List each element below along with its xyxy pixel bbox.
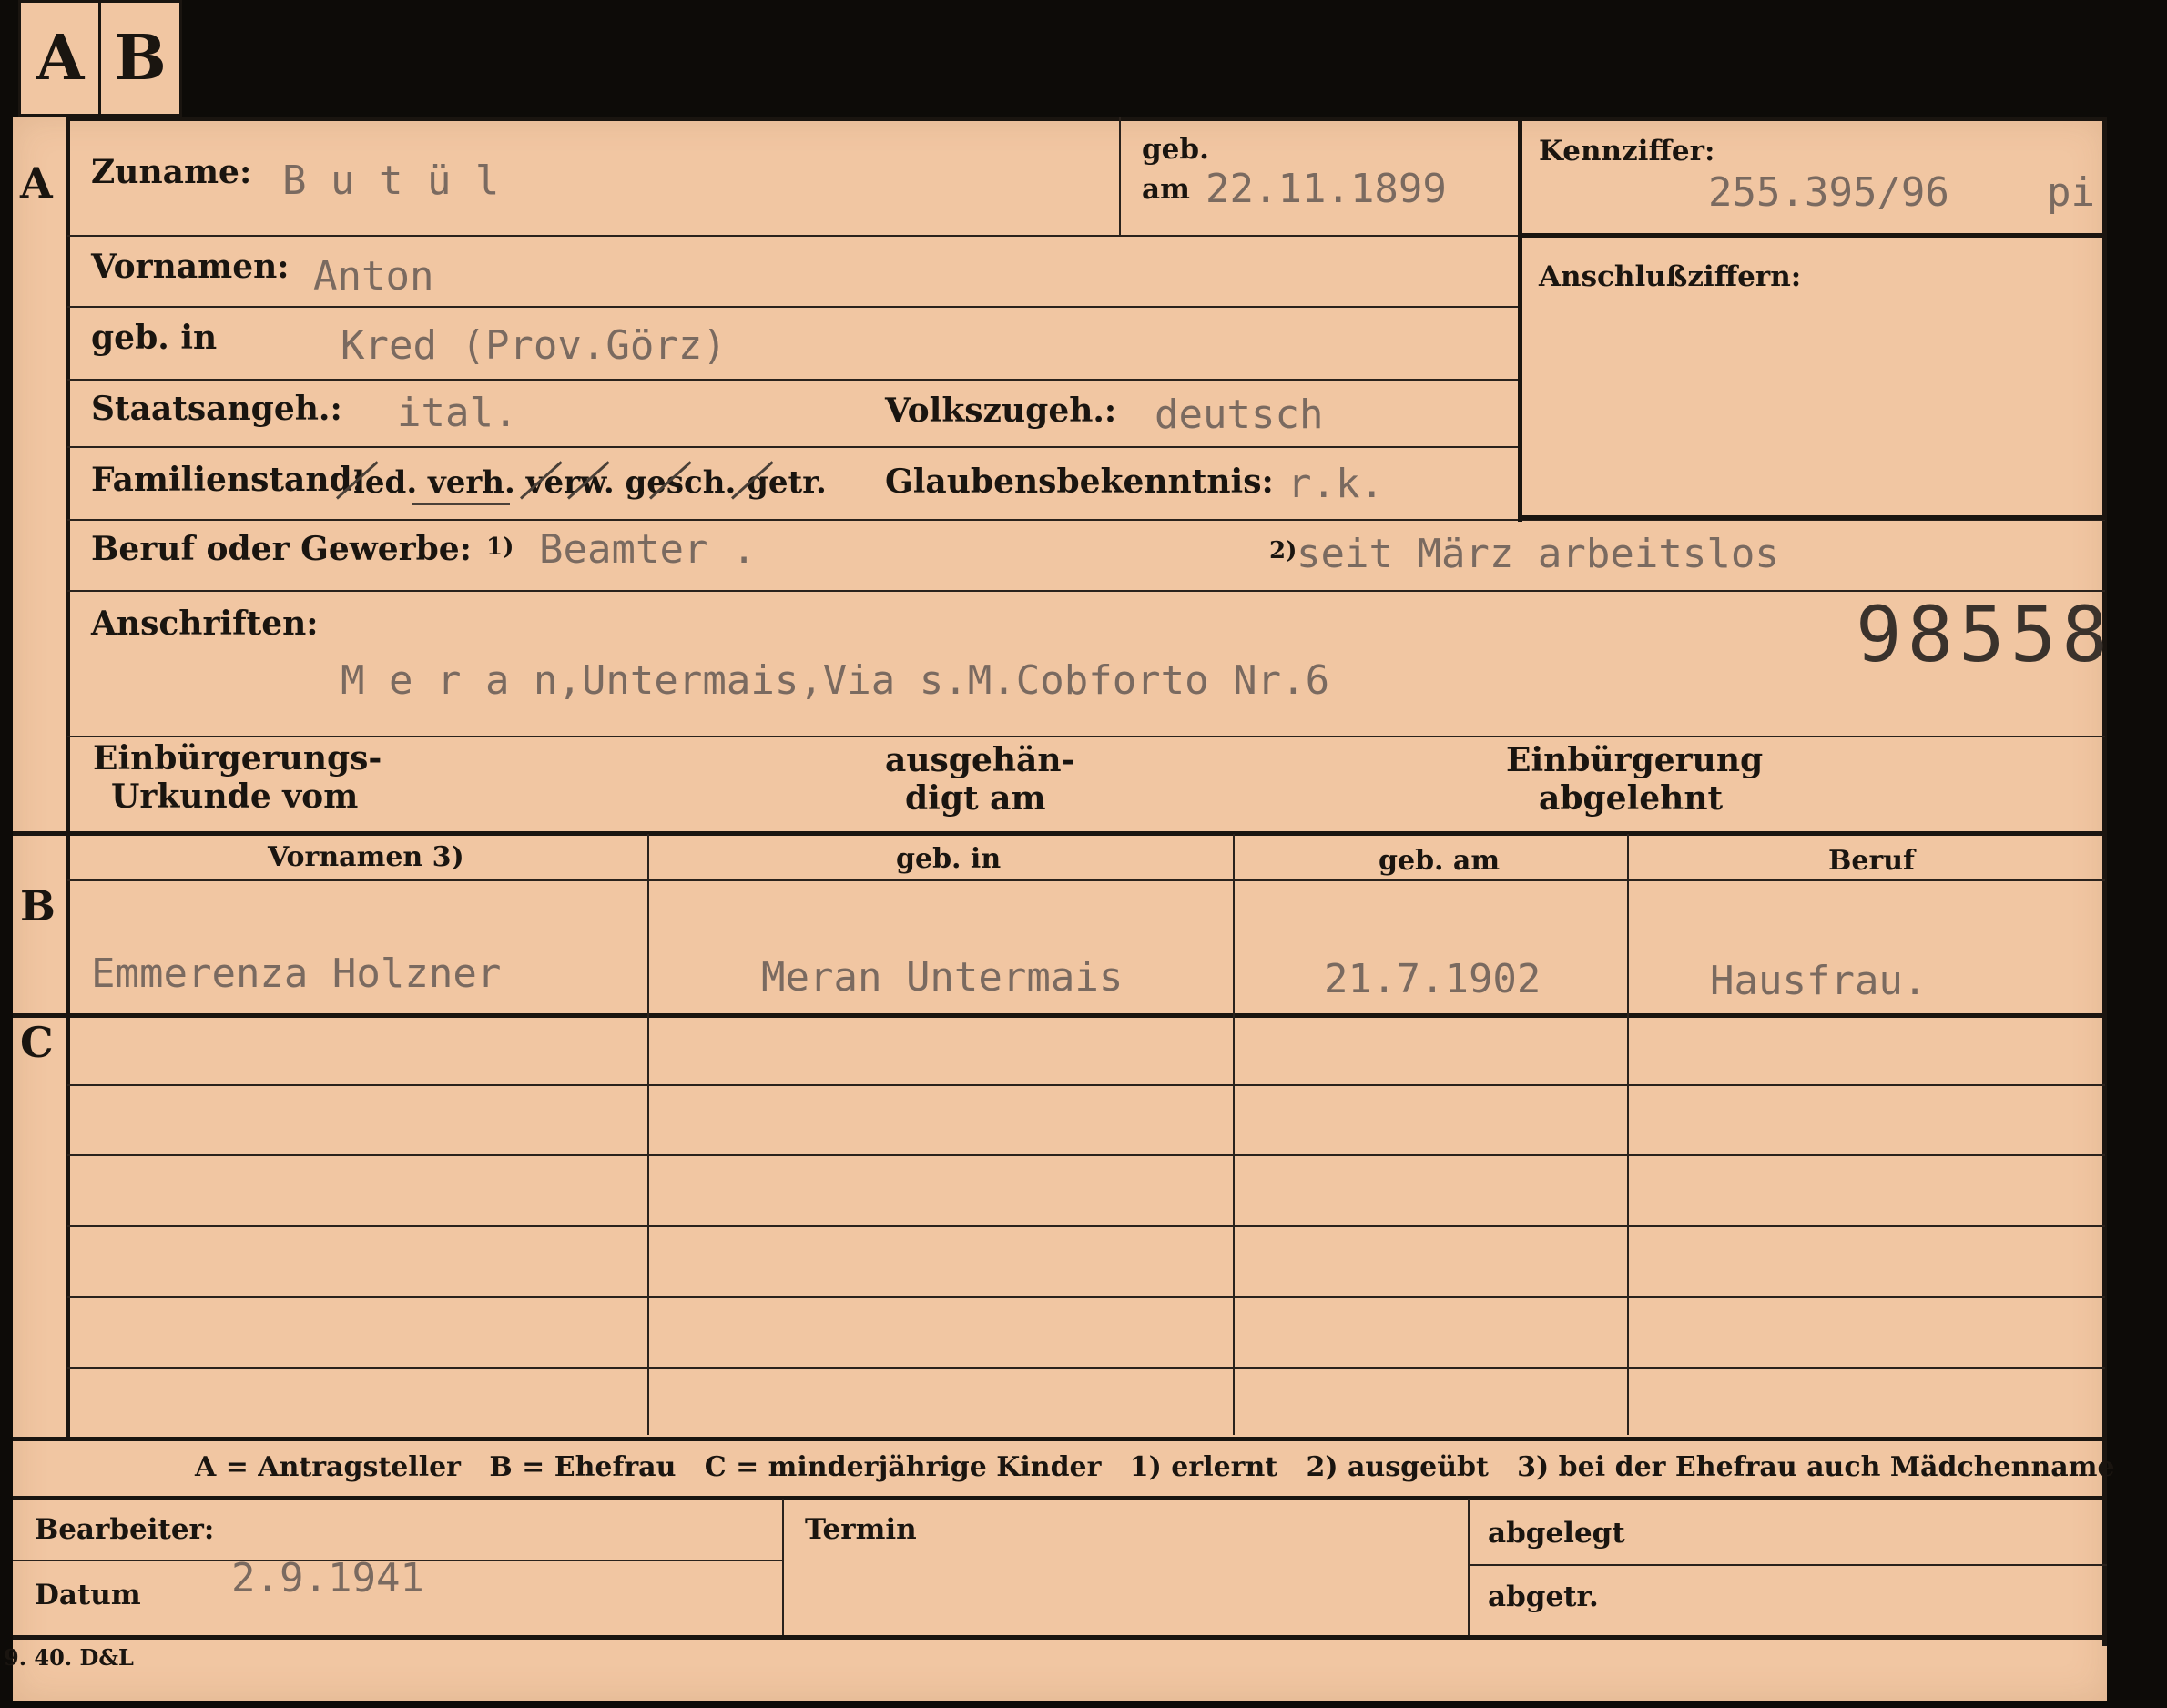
abgelegt-label: abgelegt (1488, 1517, 1625, 1550)
abgetr-label: abgetr. (1488, 1581, 1599, 1613)
termin-label: Termin (805, 1513, 917, 1546)
rule-a2 (67, 306, 1520, 308)
spouse-occupation: Hausfrau. (1710, 958, 1928, 1004)
th-vornamen: Vornamen 3) (268, 841, 464, 873)
rule-a1 (67, 235, 1520, 237)
footer-div-2 (1468, 1499, 1470, 1637)
table-header-rule (67, 879, 2105, 881)
legend-text: A = Antragsteller B = Ehefrau C = minder… (195, 1451, 2115, 1483)
c-row-5 (67, 1367, 2105, 1369)
section-b-top (13, 831, 2107, 836)
th-gebam: geb. am (1379, 845, 1501, 877)
spouse-birthdate: 21.7.1902 (1324, 956, 1541, 1002)
spouse-birthplace: Meran Untermais (761, 954, 1124, 1001)
geb-label-line1: geb. (1142, 133, 1209, 166)
beruf-value-2: seit März arbeitslos (1297, 531, 1779, 577)
c-row-4 (67, 1296, 2105, 1298)
stamp-number: 98558 (1856, 590, 2113, 679)
einb-urkunde-l2: Urkunde vom (111, 778, 359, 816)
kenn-rule (1518, 233, 2105, 238)
staats-label: Staatsangeh.: (91, 390, 342, 428)
glauben-label: Glaubensbekenntnis: (885, 463, 1274, 501)
section-letter-a: A (20, 158, 53, 208)
col-rule-3 (1627, 834, 1629, 1435)
section-letter-b: B (20, 881, 56, 930)
top-border (66, 117, 2107, 121)
col-rule-2 (1233, 834, 1235, 1435)
datum-value: 2.9.1941 (231, 1555, 424, 1601)
rule-a4 (67, 446, 1520, 448)
th-gebin: geb. in (896, 843, 1002, 875)
legend-top (13, 1437, 2107, 1441)
col-rule-1 (647, 834, 649, 1435)
beruf-note-1: 1) (486, 534, 514, 561)
anschriften-value: M e r a n,Untermais,Via s.M.Cobforto Nr.… (341, 657, 1330, 704)
gebin-value: Kred (Prov.Görz) (341, 322, 727, 369)
gebin-label: geb. in (91, 319, 218, 357)
einb-urkunde-l1: Einbürgerungs- (93, 739, 382, 778)
volks-value: deutsch (1155, 391, 1324, 438)
zuname-value: B u t ü l (282, 158, 500, 204)
geb-date-value: 22.11.1899 (1206, 166, 1447, 212)
left-border (66, 117, 70, 1437)
vornamen-value: Anton (313, 253, 434, 300)
einb-abgel-l1: Einbürgerung (1506, 741, 1764, 779)
print-code: 9. 40. D&L (4, 1644, 134, 1671)
spouse-name: Emmerenza Holzner (91, 951, 502, 997)
registration-card: A B C Zuname: B u t ü l geb. am 22.11.18… (4, 117, 2115, 1701)
zuname-label: Zuname: (91, 153, 252, 191)
tab-b: B (98, 0, 182, 117)
familien-options: led. verh. verw. gesch. getr. (353, 464, 827, 501)
beruf-value: Beamter . (539, 526, 757, 573)
volks-label: Volkszugeh.: (885, 391, 1117, 430)
rule-geb-divider (1119, 117, 1121, 235)
footer-div-1 (782, 1499, 784, 1637)
bearbeiter-label: Bearbeiter: (35, 1513, 215, 1546)
familien-label: Familienstand: (91, 461, 364, 499)
anschluss-label: Anschlußziffern: (1539, 260, 1802, 293)
th-beruf: Beruf (1828, 845, 1915, 877)
footer-rule-right (1470, 1564, 2107, 1566)
ausgeh-l1: ausgehän- (885, 741, 1075, 779)
rule-a6 (67, 590, 2105, 592)
glauben-value: r.k. (1287, 461, 1384, 507)
anschriften-label: Anschriften: (91, 605, 319, 643)
geb-label-line2: am (1142, 173, 1190, 206)
datum-label: Datum (35, 1579, 141, 1611)
c-row-3 (67, 1225, 2105, 1227)
c-row-2 (67, 1154, 2105, 1156)
beruf-label: Beruf oder Gewerbe: (91, 530, 472, 568)
ausgeh-l2: digt am (905, 779, 1046, 818)
right-border (2102, 117, 2107, 1646)
kenn-left (1518, 117, 1522, 522)
vornamen-label: Vornamen: (91, 248, 290, 286)
c-row-1 (67, 1084, 2105, 1086)
kennziffer-suffix: pi (2047, 169, 2095, 216)
staats-value: ital. (397, 390, 518, 436)
section-c-top (13, 1013, 2107, 1018)
verh-underline (412, 503, 510, 505)
beruf-note-2: 2) (1269, 537, 1297, 564)
einb-abgel-l2: abgelehnt (1539, 779, 1724, 818)
kennziffer-value: 255.395/96 (1708, 169, 1949, 216)
legend-bottom (13, 1496, 2107, 1500)
kenn-bottom (1518, 515, 2105, 520)
rule-a3 (67, 379, 1520, 381)
footer-bottom (13, 1635, 2107, 1640)
tab-a: A (18, 0, 102, 117)
kennziffer-label: Kennziffer: (1539, 135, 1715, 168)
section-letter-c: C (20, 1018, 54, 1067)
rule-a7 (67, 736, 2105, 737)
